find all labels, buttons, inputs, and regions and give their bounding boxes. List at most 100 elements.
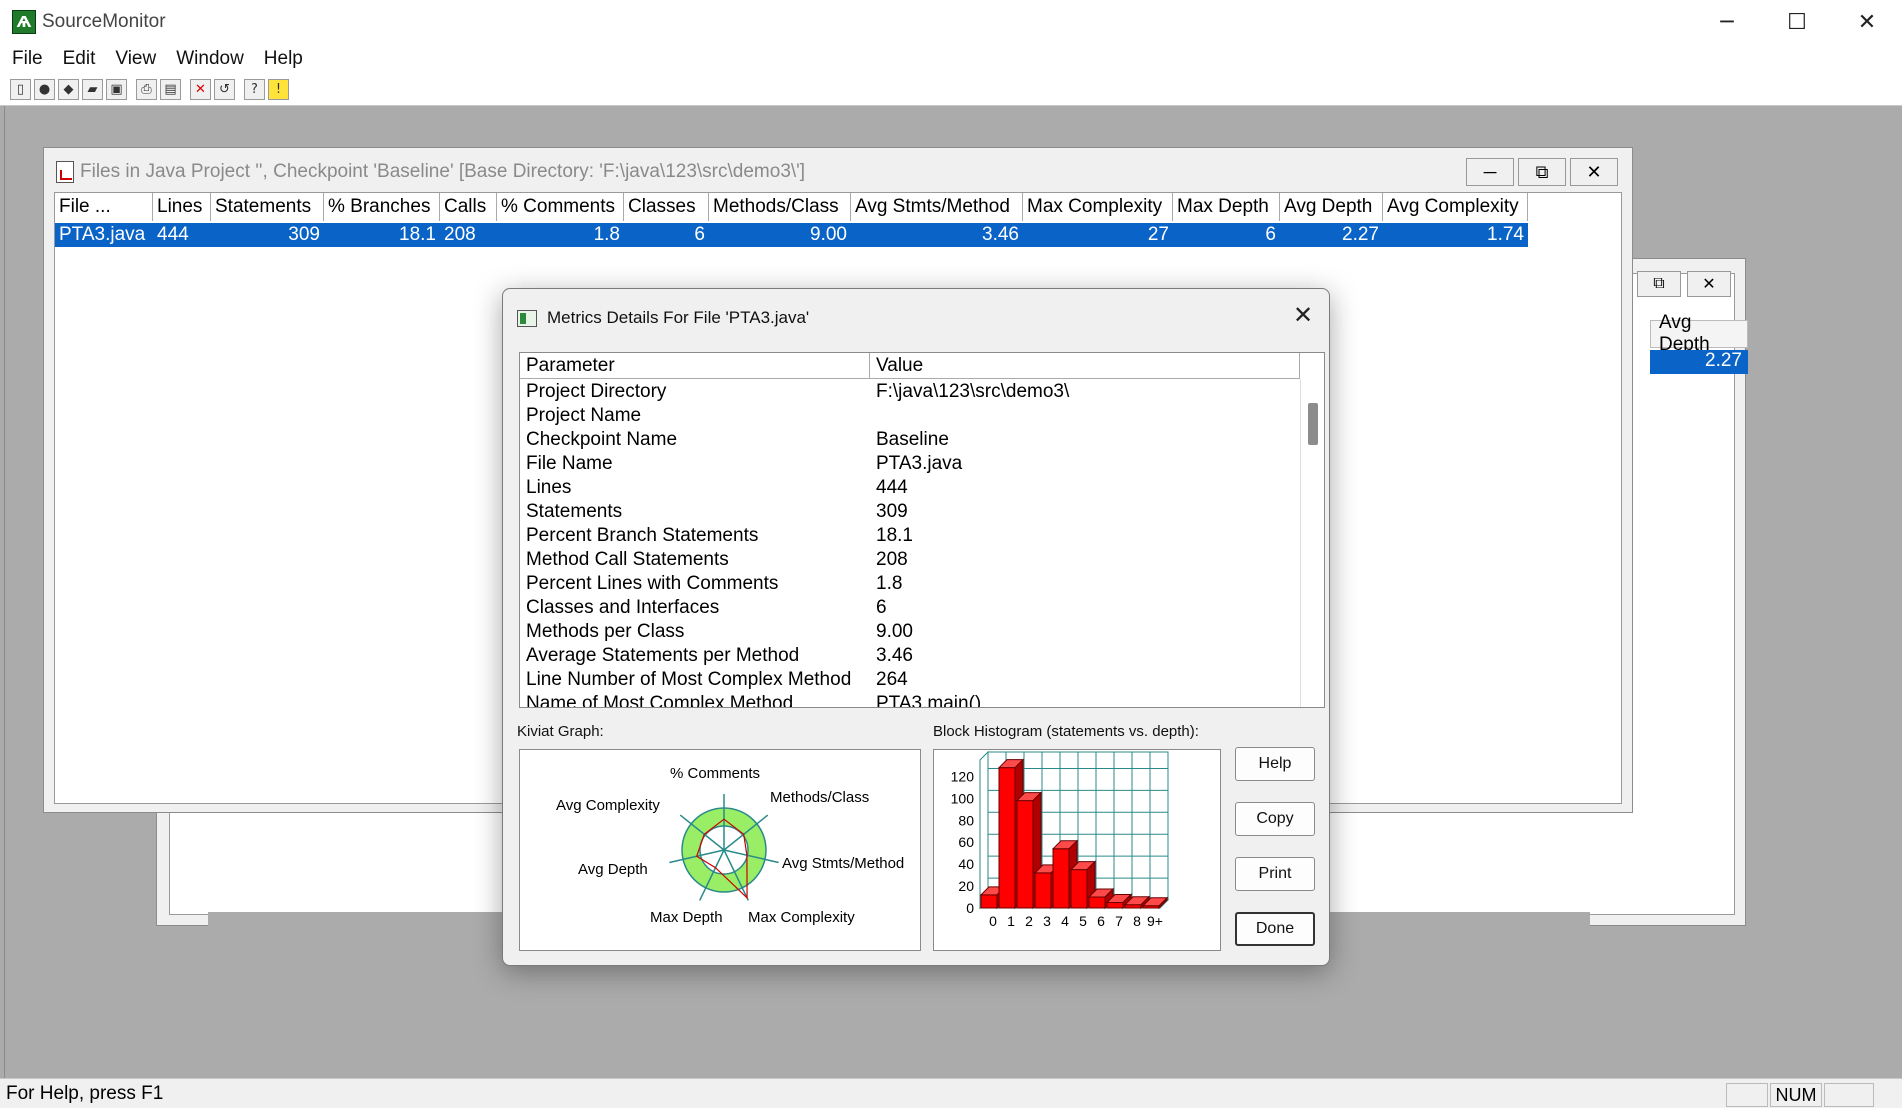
column-header-avg-depth[interactable]: Avg Depth [1280, 193, 1383, 221]
histogram-bar-front [1088, 896, 1106, 909]
parameter-name: Project Name [526, 405, 642, 426]
column-header-max-depth[interactable]: Max Depth [1173, 193, 1280, 221]
done-button[interactable]: Done [1235, 912, 1315, 946]
metrics-icon [517, 309, 537, 327]
parameter-name: Percent Branch Statements [526, 525, 759, 546]
column-header-value[interactable]: Value [870, 353, 1300, 379]
close-icon[interactable]: ✕ [1287, 299, 1319, 331]
document-icon [56, 161, 74, 183]
table-cell: 27 [1147, 224, 1169, 245]
help-button[interactable]: Help [1235, 747, 1315, 781]
new-icon[interactable]: ▯ [10, 79, 31, 100]
histogram-bar-front [998, 767, 1016, 909]
checkpoint-icon[interactable]: ◆ [58, 79, 79, 100]
list-item[interactable]: Methods per Class 9.00 [520, 621, 1300, 645]
refresh-icon[interactable]: ↺ [214, 79, 235, 100]
restore-icon[interactable]: ⧉ [1637, 271, 1681, 297]
histogram-x-tick-label: 8 [1133, 913, 1141, 929]
table-row[interactable]: PTA3.java 444 309 18.1 208 1.8 6 9.00 3.… [55, 223, 1528, 247]
list-item[interactable]: Lines 444 [520, 477, 1300, 501]
histogram-y-tick-label: 120 [951, 768, 975, 784]
copy-button[interactable]: Copy [1235, 802, 1315, 836]
table-cell: PTA3.java [59, 224, 146, 245]
histogram-y-tick-label: 40 [958, 856, 974, 872]
metrics-details-dialog: Metrics Details For File 'PTA3.java' ✕ P… [502, 288, 1330, 966]
column-header-avg-depth[interactable]: Avg Depth [1650, 312, 1748, 355]
list-item[interactable]: Percent Branch Statements 18.1 [520, 525, 1300, 549]
list-item[interactable]: Method Call Statements 208 [520, 549, 1300, 573]
parameter-value: 3.46 [876, 645, 913, 666]
histogram-y-tick-label: 60 [958, 834, 974, 850]
list-item[interactable]: Classes and Interfaces 6 [520, 597, 1300, 621]
parameter-value: 444 [876, 477, 908, 498]
list-item[interactable]: Checkpoint Name Baseline [520, 429, 1300, 453]
source-monitor-logo-icon: Ѧ [12, 10, 36, 34]
parameter-value: 18.1 [876, 525, 913, 546]
list-item[interactable]: Project Name [520, 405, 1300, 429]
menu-file[interactable]: File [6, 48, 57, 70]
minimize-icon[interactable]: ─ [1692, 0, 1762, 44]
column-header-methods-class[interactable]: Methods/Class [709, 193, 851, 221]
column-header-file[interactable]: File ... [55, 193, 153, 221]
restore-icon[interactable]: ⧉ [1518, 158, 1566, 186]
list-item[interactable]: File Name PTA3.java [520, 453, 1300, 477]
menu-help[interactable]: Help [258, 48, 317, 70]
vertical-scrollbar[interactable] [1300, 379, 1324, 707]
histogram-y-tick-label: 80 [958, 812, 974, 828]
table-cell: 208 [444, 224, 476, 245]
files-window-title-text: Files in Java Project '', Checkpoint 'Ba… [80, 161, 806, 182]
status-num: NUM [1770, 1083, 1822, 1107]
about-icon[interactable]: ! [268, 79, 289, 100]
parameter-value: Baseline [876, 429, 949, 450]
column-header-branches[interactable]: % Branches [324, 193, 440, 221]
column-header-calls[interactable]: Calls [440, 193, 497, 221]
list-item[interactable]: Name of Most Complex Method PTA3.main() [520, 693, 1300, 708]
open-checkpoint-icon[interactable]: ● [34, 79, 55, 100]
histogram-y-tick-label: 100 [951, 790, 975, 806]
column-header-parameter[interactable]: Parameter [520, 353, 870, 379]
column-header-lines[interactable]: Lines [153, 193, 211, 221]
maximize-icon[interactable]: ☐ [1762, 0, 1832, 44]
save-icon[interactable]: ▣ [106, 79, 127, 100]
column-header-comments[interactable]: % Comments [497, 193, 624, 221]
delete-icon[interactable]: ✕ [190, 79, 211, 100]
histogram-bar-front [1106, 902, 1124, 909]
list-item[interactable]: Average Statements per Method 3.46 [520, 645, 1300, 669]
files-window-title: Files in Java Project '', Checkpoint 'Ba… [56, 158, 805, 186]
column-header-classes[interactable]: Classes [624, 193, 709, 221]
print-preview-icon[interactable]: ▤ [160, 79, 181, 100]
table-cell: 1.8 [593, 224, 620, 245]
open-folder-icon[interactable]: ▰ [82, 79, 103, 100]
column-header-avg-stmts-method[interactable]: Avg Stmts/Method [851, 193, 1023, 221]
list-item[interactable]: Project Directory F:\java\123\src\demo3\ [520, 381, 1300, 405]
parameter-value: 208 [876, 549, 908, 570]
close-icon[interactable]: ✕ [1687, 271, 1731, 297]
menu-window[interactable]: Window [170, 48, 258, 70]
histogram-bar-front [1052, 848, 1070, 909]
list-item[interactable]: Percent Lines with Comments 1.8 [520, 573, 1300, 597]
histogram-x-tick-label: 1 [1007, 913, 1015, 929]
print-button[interactable]: Print [1235, 857, 1315, 891]
column-header-max-complexity[interactable]: Max Complexity [1023, 193, 1173, 221]
histogram-svg: 0204060801001200 1 2 3 4 5 6 7 8 9+ [951, 750, 1170, 929]
print-icon[interactable]: ⎙ [136, 79, 157, 100]
column-header-statements[interactable]: Statements [211, 193, 324, 221]
close-icon[interactable]: ✕ [1570, 158, 1618, 186]
list-item[interactable]: Statements 309 [520, 501, 1300, 525]
histogram-bar-front [1070, 869, 1088, 909]
histogram-x-tick-label: 2 [1025, 913, 1033, 929]
menu-view[interactable]: View [109, 48, 170, 70]
parameter-name: Name of Most Complex Method [526, 693, 794, 708]
minimize-icon[interactable]: ─ [1466, 158, 1514, 186]
kiviat-axis-label: Methods/Class [770, 789, 869, 806]
scrollbar-thumb[interactable] [1308, 403, 1318, 445]
dialog-title-text: Metrics Details For File 'PTA3.java' [547, 308, 810, 327]
menu-edit[interactable]: Edit [57, 48, 110, 70]
cell-avg-depth[interactable]: 2.27 [1650, 350, 1748, 374]
column-header-avg-complexity[interactable]: Avg Complexity [1383, 193, 1528, 221]
help-cursor-icon[interactable]: ? [244, 79, 265, 100]
close-icon[interactable]: ✕ [1832, 0, 1902, 44]
histogram-x-tick-label: 0 [989, 913, 997, 929]
list-item[interactable]: Line Number of Most Complex Method 264 [520, 669, 1300, 693]
status-help-text: For Help, press F1 [6, 1082, 164, 1104]
